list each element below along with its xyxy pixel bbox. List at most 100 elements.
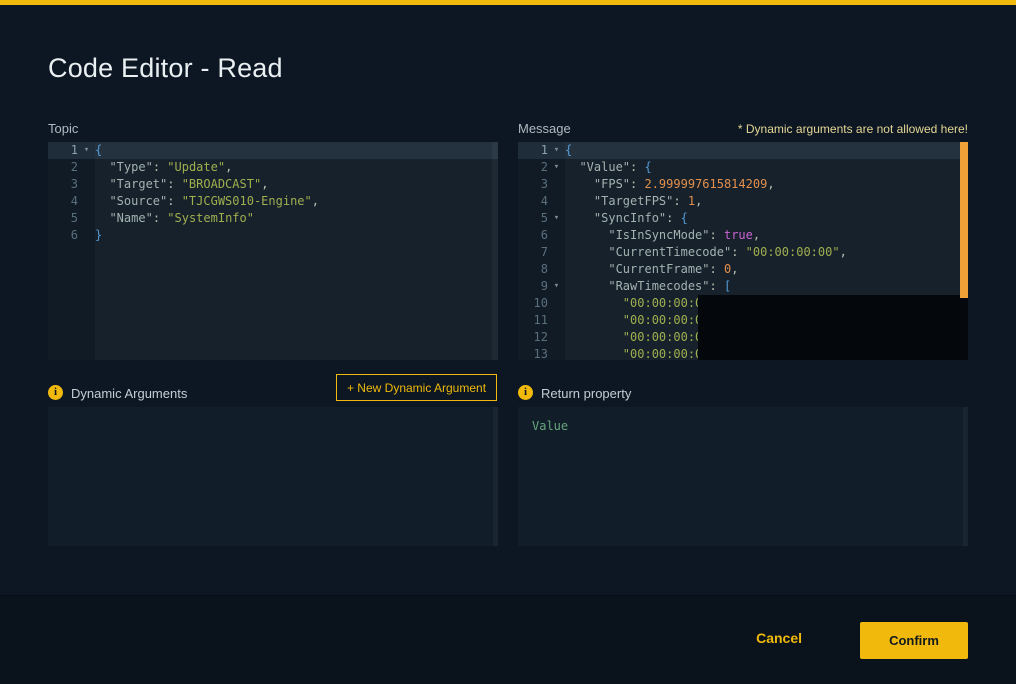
line-number: 6 bbox=[518, 227, 548, 244]
editor-overflow-shade bbox=[698, 295, 960, 360]
code-line[interactable]: 3 "FPS": 2.999997615814209, bbox=[518, 176, 968, 193]
line-number: 9 bbox=[518, 278, 548, 295]
token bbox=[565, 160, 579, 174]
code-line[interactable]: 6} bbox=[48, 227, 498, 244]
token: : bbox=[710, 279, 724, 293]
confirm-button[interactable]: Confirm bbox=[860, 622, 968, 659]
token bbox=[565, 347, 623, 360]
line-number: 8 bbox=[518, 261, 548, 278]
code-line[interactable]: 8 "CurrentFrame": 0, bbox=[518, 261, 968, 278]
code-line[interactable]: 3 "Target": "BROADCAST", bbox=[48, 176, 498, 193]
code-line[interactable]: 7 "CurrentTimecode": "00:00:00:00", bbox=[518, 244, 968, 261]
token: : bbox=[673, 194, 687, 208]
token: "TJCGWS010-Engine" bbox=[182, 194, 312, 208]
line-number: 3 bbox=[48, 176, 78, 193]
new-dynamic-argument-button[interactable]: + New Dynamic Argument bbox=[336, 374, 497, 401]
token: : bbox=[167, 194, 181, 208]
token: "IsInSyncMode" bbox=[608, 228, 709, 242]
fold-spacer bbox=[548, 193, 565, 210]
return-property-panel[interactable]: Value bbox=[518, 407, 968, 546]
fold-spacer bbox=[548, 244, 565, 261]
token: "TargetFPS" bbox=[594, 194, 673, 208]
token: , bbox=[840, 245, 847, 259]
line-number: 6 bbox=[48, 227, 78, 244]
dynamic-arguments-label: Dynamic Arguments bbox=[71, 386, 187, 401]
code-line[interactable]: 1▾{ bbox=[48, 142, 498, 159]
code-line[interactable]: 9▾ "RawTimecodes": [ bbox=[518, 278, 968, 295]
token: "SystemInfo" bbox=[167, 211, 254, 225]
fold-spacer bbox=[78, 210, 95, 227]
token: "Source" bbox=[109, 194, 167, 208]
token: : bbox=[153, 160, 167, 174]
token: , bbox=[695, 194, 702, 208]
token bbox=[565, 211, 594, 225]
code-text: "SyncInfo": { bbox=[565, 210, 688, 227]
code-line[interactable]: 4 "TargetFPS": 1, bbox=[518, 193, 968, 210]
cancel-button[interactable]: Cancel bbox=[750, 629, 808, 647]
fold-arrow-icon[interactable]: ▾ bbox=[548, 278, 565, 295]
line-number: 2 bbox=[518, 159, 548, 176]
token bbox=[565, 228, 608, 242]
token bbox=[565, 262, 608, 276]
fold-spacer bbox=[548, 312, 565, 329]
token bbox=[565, 245, 608, 259]
line-number: 3 bbox=[518, 176, 548, 193]
fold-arrow-icon[interactable]: ▾ bbox=[548, 210, 565, 227]
code-line[interactable]: 5 "Name": "SystemInfo" bbox=[48, 210, 498, 227]
code-text: "Target": "BROADCAST", bbox=[95, 176, 268, 193]
line-number: 2 bbox=[48, 159, 78, 176]
fold-arrow-icon[interactable]: ▾ bbox=[548, 159, 565, 176]
return-property-label: Return property bbox=[541, 386, 631, 401]
fold-arrow-icon[interactable]: ▾ bbox=[548, 142, 565, 159]
token: : bbox=[167, 177, 181, 191]
line-number: 1 bbox=[518, 142, 548, 159]
fold-arrow-icon[interactable]: ▾ bbox=[78, 142, 95, 159]
token: : bbox=[630, 177, 644, 191]
line-number: 4 bbox=[48, 193, 78, 210]
code-line[interactable]: 5▾ "SyncInfo": { bbox=[518, 210, 968, 227]
code-text: "CurrentFrame": 0, bbox=[565, 261, 738, 278]
token: "Name" bbox=[109, 211, 152, 225]
info-icon[interactable]: i bbox=[518, 385, 533, 400]
token bbox=[565, 279, 608, 293]
code-text: "Type": "Update", bbox=[95, 159, 232, 176]
code-editor-modal: Code Editor - Read Topic Message * Dynam… bbox=[0, 0, 1016, 684]
accent-top-bar bbox=[0, 0, 1016, 5]
token bbox=[565, 177, 594, 191]
topic-scrollbar-track[interactable] bbox=[492, 142, 498, 360]
token: 2.999997615814209 bbox=[644, 177, 767, 191]
code-line[interactable]: 2▾ "Value": { bbox=[518, 159, 968, 176]
token: , bbox=[767, 177, 774, 191]
panel-scrollbar-track bbox=[493, 407, 498, 546]
token: : bbox=[630, 160, 644, 174]
code-line[interactable]: 4 "Source": "TJCGWS010-Engine", bbox=[48, 193, 498, 210]
fold-spacer bbox=[78, 176, 95, 193]
code-line[interactable]: 2 "Type": "Update", bbox=[48, 159, 498, 176]
message-code-editor[interactable]: 1▾{2▾ "Value": {3 "FPS": 2.9999976158142… bbox=[518, 142, 968, 360]
code-line[interactable]: 1▾{ bbox=[518, 142, 968, 159]
code-text: "RawTimecodes": [ bbox=[565, 278, 731, 295]
token: { bbox=[644, 160, 651, 174]
token: "SyncInfo" bbox=[594, 211, 666, 225]
code-text: "Name": "SystemInfo" bbox=[95, 210, 254, 227]
dynamic-arguments-panel bbox=[48, 407, 498, 546]
code-text: { bbox=[95, 142, 102, 159]
line-number: 5 bbox=[48, 210, 78, 227]
code-line[interactable]: 6 "IsInSyncMode": true, bbox=[518, 227, 968, 244]
token: "00:00:00:00" bbox=[746, 245, 840, 259]
code-text: "FPS": 2.999997615814209, bbox=[565, 176, 775, 193]
message-scrollbar-thumb[interactable] bbox=[960, 142, 968, 298]
token: : bbox=[153, 211, 167, 225]
line-number: 10 bbox=[518, 295, 548, 312]
token bbox=[95, 211, 109, 225]
token bbox=[565, 194, 594, 208]
token: , bbox=[731, 262, 738, 276]
return-property-value[interactable]: Value bbox=[518, 407, 968, 445]
info-icon[interactable]: i bbox=[48, 385, 63, 400]
fold-spacer bbox=[548, 261, 565, 278]
token bbox=[95, 177, 109, 191]
topic-code-editor[interactable]: 1▾{2 "Type": "Update",3 "Target": "BROAD… bbox=[48, 142, 498, 360]
message-scrollbar-track[interactable] bbox=[960, 142, 968, 360]
code-text: "IsInSyncMode": true, bbox=[565, 227, 760, 244]
token bbox=[95, 194, 109, 208]
